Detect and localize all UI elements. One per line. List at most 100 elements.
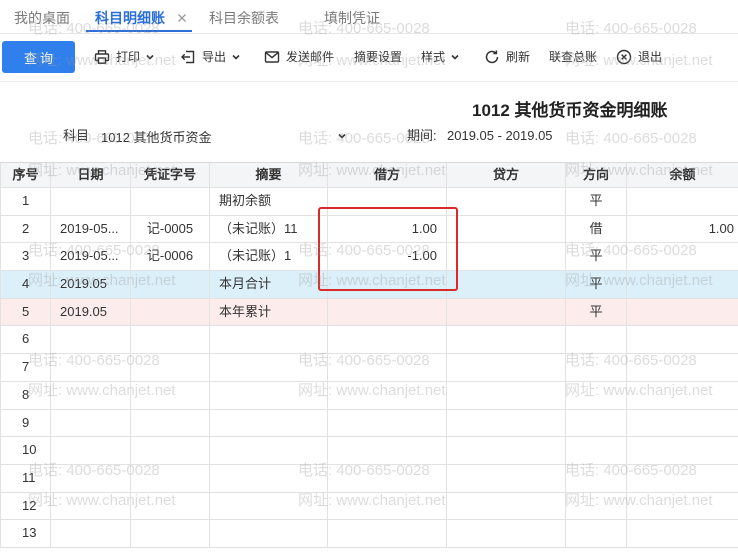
table-row[interactable]: 3 2019-05... 记-0006 （未记账）1 -1.00 平 bbox=[0, 243, 738, 272]
cell-summary bbox=[210, 437, 328, 465]
table-row[interactable]: 6 bbox=[0, 326, 738, 355]
cell-summary: （未记账）11 bbox=[210, 215, 328, 244]
exit-label: 退出 bbox=[638, 50, 663, 64]
column-header-debit[interactable]: 借方 bbox=[328, 163, 447, 188]
cell-credit bbox=[447, 520, 566, 548]
table-row[interactable]: 12 bbox=[0, 492, 738, 521]
column-header-summary[interactable]: 摘要 bbox=[210, 163, 328, 188]
cell-direction: 平 bbox=[566, 271, 627, 299]
toolbar-divider bbox=[0, 81, 738, 82]
table-row[interactable]: 4 2019.05 本月合计 平 bbox=[0, 271, 738, 299]
cell-date bbox=[51, 381, 131, 410]
tab-fill-voucher[interactable]: 填制凭证 bbox=[324, 8, 380, 28]
table-row[interactable]: 13 bbox=[0, 520, 738, 548]
summary-settings-button[interactable]: 摘要设置 bbox=[354, 48, 402, 66]
cell-summary bbox=[210, 520, 328, 548]
cell-credit bbox=[447, 437, 566, 465]
tab-subject-detail-ledger[interactable]: 科目明细账 bbox=[95, 8, 187, 28]
cell-debit bbox=[328, 354, 447, 382]
cell-date: 2019.05 bbox=[51, 271, 131, 299]
cell-date bbox=[51, 188, 131, 216]
cell-debit: 1.00 bbox=[328, 215, 447, 244]
exit-button[interactable]: 退出 bbox=[616, 48, 662, 66]
column-header-direction[interactable]: 方向 bbox=[566, 163, 627, 188]
linked-ledger-button[interactable]: 联查总账 bbox=[549, 48, 597, 66]
export-label: 导出 bbox=[202, 50, 227, 64]
cell-summary: 期初余额 bbox=[210, 188, 328, 216]
subject-select[interactable]: 1012 其他货币资金 bbox=[95, 125, 353, 147]
cell-debit bbox=[328, 520, 447, 548]
tab-subject-balance[interactable]: 科目余额表 bbox=[209, 8, 279, 28]
column-header-balance[interactable]: 余额 bbox=[627, 163, 738, 188]
table-row[interactable]: 2 2019-05... 记-0005 （未记账）11 1.00 借 1.00 bbox=[0, 215, 738, 244]
table-row[interactable]: 10 bbox=[0, 437, 738, 465]
table-row[interactable]: 1 期初余额 平 bbox=[0, 188, 738, 216]
cell-voucher bbox=[131, 188, 210, 216]
print-label: 打印 bbox=[116, 50, 141, 64]
style-label: 样式 bbox=[421, 50, 446, 64]
export-icon bbox=[180, 49, 196, 65]
watermark-phone: 电话: 400-665-0028 bbox=[565, 130, 697, 147]
tab-label: 科目明细账 bbox=[95, 10, 165, 26]
tab-label: 科目余额表 bbox=[209, 10, 279, 26]
cell-seq: 12 bbox=[0, 492, 51, 521]
cell-voucher bbox=[131, 492, 210, 521]
cell-voucher bbox=[131, 409, 210, 438]
voucher-link[interactable]: 记-0006 bbox=[131, 243, 210, 272]
cell-voucher bbox=[131, 381, 210, 410]
print-button[interactable]: 打印 bbox=[94, 48, 155, 66]
subject-select-value: 1012 其他货币资金 bbox=[101, 129, 212, 145]
style-button[interactable]: 样式 bbox=[421, 48, 460, 66]
cell-debit bbox=[328, 409, 447, 438]
cell-balance bbox=[627, 437, 738, 465]
cell-seq: 3 bbox=[0, 243, 51, 272]
cell-debit bbox=[328, 298, 447, 327]
cell-voucher bbox=[131, 354, 210, 382]
cell-seq: 6 bbox=[0, 326, 51, 355]
cell-direction bbox=[566, 354, 627, 382]
export-button[interactable]: 导出 bbox=[180, 48, 241, 66]
table-row[interactable]: 11 bbox=[0, 464, 738, 493]
column-header-voucher[interactable]: 凭证字号 bbox=[131, 163, 210, 188]
tab-label: 我的桌面 bbox=[14, 10, 70, 26]
send-email-label: 发送邮件 bbox=[286, 50, 335, 64]
cell-balance bbox=[627, 271, 738, 299]
send-email-button[interactable]: 发送邮件 bbox=[264, 48, 334, 66]
printer-icon bbox=[94, 49, 110, 65]
period-label: 期间: bbox=[407, 128, 437, 143]
cell-credit bbox=[447, 409, 566, 438]
column-header-date[interactable]: 日期 bbox=[51, 163, 131, 188]
close-icon[interactable] bbox=[177, 13, 187, 23]
tab-bar: 我的桌面 科目明细账 科目余额表 填制凭证 bbox=[0, 0, 738, 34]
detail-ledger-table: 序号 日期 凭证字号 摘要 借方 贷方 方向 余额 1 期初余额平 2 2019-05… bbox=[0, 162, 738, 548]
cell-date: 2019-05... bbox=[51, 243, 131, 272]
voucher-link[interactable]: 记-0005 bbox=[131, 215, 210, 244]
cell-summary bbox=[210, 354, 328, 382]
cell-seq: 10 bbox=[0, 437, 51, 465]
cell-date bbox=[51, 354, 131, 382]
refresh-label: 刷新 bbox=[506, 50, 531, 64]
cell-debit bbox=[328, 492, 447, 521]
table-row[interactable]: 9 bbox=[0, 409, 738, 438]
tab-my-desktop[interactable]: 我的桌面 bbox=[14, 8, 70, 28]
cell-voucher bbox=[131, 520, 210, 548]
cell-voucher bbox=[131, 437, 210, 465]
refresh-icon bbox=[484, 49, 500, 65]
table-row[interactable]: 7 bbox=[0, 354, 738, 382]
table-row[interactable]: 5 2019.05 本年累计 平 bbox=[0, 298, 738, 327]
column-header-credit[interactable]: 贷方 bbox=[447, 163, 566, 188]
cell-date bbox=[51, 464, 131, 493]
cell-seq: 1 bbox=[0, 188, 51, 216]
period-value: 2019.05 - 2019.05 bbox=[447, 128, 553, 143]
refresh-button[interactable]: 刷新 bbox=[484, 48, 530, 66]
query-button[interactable]: 查询 bbox=[2, 41, 75, 73]
column-header-seq[interactable]: 序号 bbox=[0, 163, 51, 188]
cell-direction: 平 bbox=[566, 243, 627, 272]
cell-credit bbox=[447, 271, 566, 299]
cell-balance bbox=[627, 493, 738, 521]
cell-seq: 11 bbox=[0, 464, 51, 493]
cell-balance bbox=[627, 465, 738, 493]
cell-debit bbox=[328, 464, 447, 493]
summary-settings-label: 摘要设置 bbox=[354, 50, 403, 64]
table-row[interactable]: 8 bbox=[0, 381, 738, 410]
